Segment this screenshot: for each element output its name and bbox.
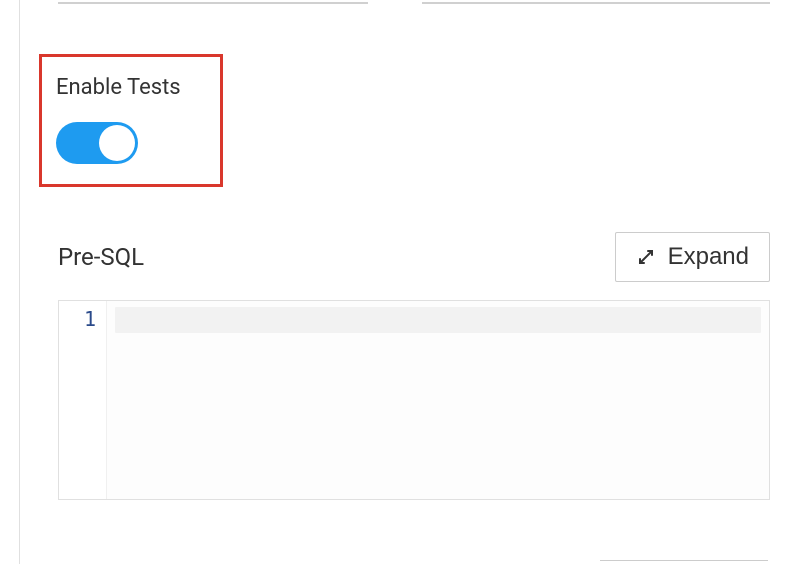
editor-content-area[interactable] (107, 301, 769, 499)
enable-tests-toggle[interactable] (56, 122, 138, 164)
pre-sql-header: Pre-SQL Expand (58, 232, 770, 282)
bottom-partial-element (600, 560, 768, 564)
pre-sql-section: Pre-SQL Expand 1 (58, 232, 770, 500)
expand-icon (636, 247, 656, 267)
toggle-thumb (99, 125, 135, 161)
top-field-placeholder-right (422, 0, 770, 4)
editor-active-line[interactable] (115, 307, 761, 333)
enable-tests-highlight: Enable Tests (39, 54, 223, 187)
top-field-placeholder-left (58, 0, 368, 4)
pre-sql-label: Pre-SQL (58, 243, 144, 271)
enable-tests-label: Enable Tests (56, 75, 206, 100)
expand-button[interactable]: Expand (615, 232, 770, 282)
editor-gutter: 1 (59, 301, 107, 499)
line-number: 1 (59, 307, 96, 331)
left-rail (0, 0, 20, 564)
pre-sql-editor[interactable]: 1 (58, 300, 770, 500)
expand-button-label: Expand (668, 243, 749, 271)
